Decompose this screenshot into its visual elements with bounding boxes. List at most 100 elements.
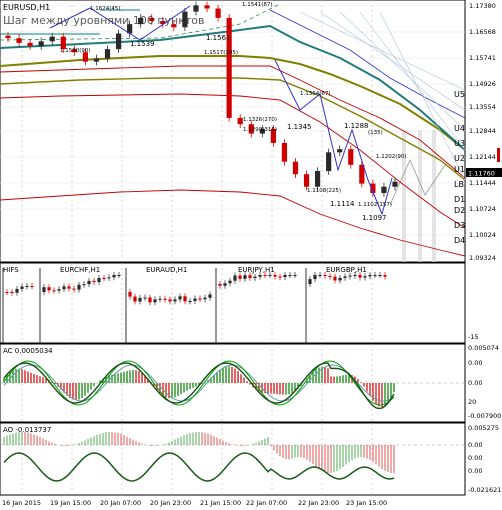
ao-tick: 0.00 [468,454,482,462]
ac-tick: 0.005074 [468,344,499,352]
cross-body [238,275,242,279]
level-u5: U5 [454,90,465,99]
cross-body [138,297,142,302]
candle-body [27,42,33,47]
annotation-9: 1.1345 [287,123,312,131]
annotation-6: 1.1364(67) [300,91,331,97]
cross-body [112,275,116,278]
cross-body [338,277,342,281]
forecast-bar [432,130,436,262]
cross-body [203,297,207,300]
annotation-12: 1.1202(90) [376,154,407,160]
candle-body [315,171,321,187]
time-tick: 20 Jan 07:00 [100,499,141,507]
candle-body [226,17,232,118]
candle-body [204,5,210,9]
cross-body [208,294,212,298]
price-tick: 1.15741 [469,54,496,62]
price-tick: 1.09324 [469,254,496,262]
cross-body [107,277,111,279]
cross-body [173,299,177,302]
cross-body [183,296,187,302]
ac-tick: 0.00 [468,379,482,387]
cross-body [143,297,147,299]
cross-body [193,298,197,302]
cross-body [42,287,46,292]
cross-body [20,286,24,289]
cross-body [223,283,227,286]
candle-body [193,5,199,12]
chart-title: EURUSD,H1 [3,3,50,12]
price-tick: 1.14926 [469,80,496,88]
cross-body [87,280,91,285]
price-tick: 1.12844 [469,127,496,135]
level-u4: U4 [454,124,465,133]
cross-body [328,276,332,278]
cross-body [92,280,96,283]
cross-body [153,299,157,303]
level-u2: U2 [454,154,465,163]
cross-body [313,275,317,280]
annotation-10: 1.1288 [344,122,369,130]
cross-body [30,286,34,288]
cross-body [373,275,377,276]
cross-body [178,296,182,300]
cross-body [72,288,76,290]
candle-body [5,35,11,39]
cross-label-eurchf: EURCHF,H1 [60,266,100,274]
cross-body [5,292,9,293]
level-d4: D4 [454,236,465,245]
cross-body [148,297,152,303]
candle-body [215,8,221,18]
cross-body [158,298,162,300]
candle-body [326,152,332,172]
time-tick: 23 Jan 15:00 [346,499,387,507]
ac-tick: 0.00 [468,359,482,367]
cross-body [57,289,61,291]
candle-body [303,174,310,187]
cross-body [263,275,267,276]
ac-title: AC 0.0005034 [3,347,53,355]
cross-body [248,275,252,279]
crosses-axis-label: -15 [468,333,479,341]
candle-body [337,149,343,153]
cross-body [343,276,347,278]
candle-body [281,142,288,162]
annotation-1: 1.1530(90) [60,48,91,54]
cross-body [358,275,362,278]
price-tick: 1.10024 [469,231,496,239]
cross-body [10,292,14,294]
annotation-3: 1.1541(87) [242,2,273,8]
level-u1: U1 [454,165,465,174]
cross-body [323,275,327,277]
alert-marker [497,148,500,162]
annotation-7: 1.1326(270) [243,117,277,123]
cross-body [353,275,357,276]
level-d2: D2 [454,206,465,215]
annotation-11: (135) [368,130,383,136]
cross-body [258,275,262,277]
cross-body [133,296,137,302]
price-tick: 1.10724 [469,205,496,213]
cross-body [318,275,322,276]
ao-tick: 0.00 [468,441,482,449]
level-d3: D3 [454,221,465,230]
cross-body [102,278,106,280]
cross-label-eurgbp: EURGBP,H1 [326,266,367,274]
cross-body [333,276,337,281]
cross-body [188,301,192,303]
time-tick: 16 Jan 2015 [2,499,41,507]
cross-body [47,287,51,291]
cross-body [82,284,86,286]
chart-canvas: 1.1624(45) 1.1530(90) 1.1539 1.1541(87) 1.15… [0,0,502,510]
ao-tick: 0.00 [468,467,482,475]
price-tick: 1.11444 [469,179,496,187]
annotation-16: 1.1097 [362,214,387,222]
cross-body [128,292,132,297]
time-tick: 22 Jan 07:00 [246,499,287,507]
cross-body [383,275,387,277]
candle-body [104,49,111,59]
candle-body [292,161,299,175]
candle-body [93,58,100,62]
annotation-4: 1.1561 [206,34,231,42]
